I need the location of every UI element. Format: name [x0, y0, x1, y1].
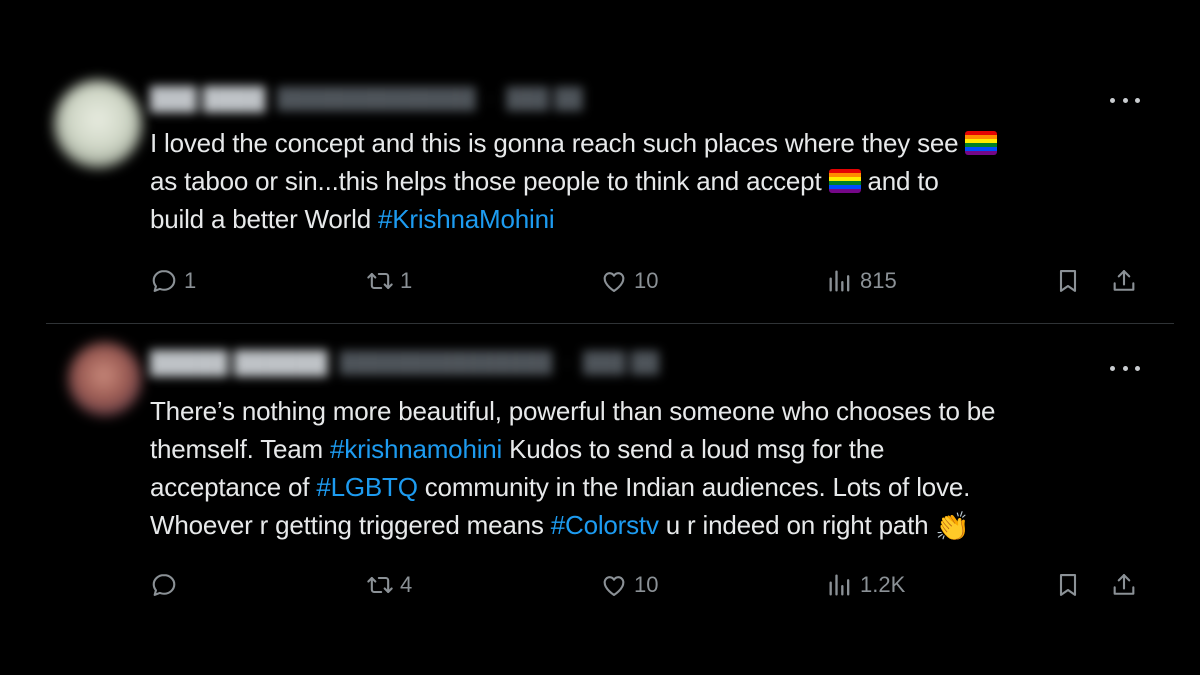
tweet-text: I loved the concept and this is gonna re… [150, 124, 1150, 238]
bookmark-button[interactable] [1054, 568, 1082, 602]
text-span: community in the Indian audiences. Lots … [417, 472, 971, 502]
tweet-text-line: Whoever r getting triggered means #Color… [150, 506, 1150, 544]
tweet-actions: 1 1 10 815 [150, 264, 1150, 298]
tweet-2[interactable]: █████ ██████ ███████████████ · ███ ██ Th… [46, 324, 1174, 624]
text-span: build a better World [150, 204, 378, 234]
clapping-hands-emoji: 👏 [935, 511, 971, 542]
handle-redacted[interactable]: ███████████████ [340, 352, 553, 375]
tweet-1[interactable]: ███ ████ ██████████████ · ███ ██ I loved… [46, 70, 1174, 322]
tweet-header-blurred: █████ ██████ ███████████████ · ███ ██ [150, 348, 659, 378]
hashtag-link[interactable]: #krishnamohini [330, 434, 502, 464]
tweet-text: There’s nothing more beautiful, powerful… [150, 392, 1150, 544]
display-name-redacted[interactable]: ███ ████ [150, 86, 265, 112]
tweet-text-line: build a better World #KrishnaMohini [150, 200, 1150, 238]
share-button[interactable] [1110, 568, 1138, 602]
separator-dot: · [487, 87, 495, 110]
handle-redacted[interactable]: ██████████████ [277, 88, 475, 111]
rainbow-flag-icon [828, 169, 861, 193]
views-icon [829, 574, 850, 596]
view-count: 815 [860, 268, 897, 293]
tweet-replies-screenshot: ███ ████ ██████████████ · ███ ██ I loved… [0, 0, 1200, 675]
hashtag-link[interactable]: #LGBTQ [316, 472, 418, 502]
more-icon[interactable] [1110, 358, 1140, 378]
like-icon [603, 272, 625, 292]
hashtag-link[interactable]: #KrishnaMohini [378, 204, 555, 234]
retweet-icon [367, 576, 393, 594]
tweet-text-line: as taboo or sin...this helps those peopl… [150, 162, 1150, 200]
text-span: themself. Team [150, 434, 331, 464]
share-icon [1113, 574, 1135, 595]
views-button[interactable]: 1.2K [826, 568, 905, 602]
separator-dot: · [564, 351, 571, 374]
share-button[interactable] [1110, 264, 1138, 298]
more-icon[interactable] [1110, 90, 1140, 110]
tweet-text-line: I loved the concept and this is gonna re… [150, 124, 1150, 162]
text-span: Whoever r getting triggered means [150, 510, 551, 540]
reply-button[interactable]: 1 [150, 264, 196, 298]
reply-count: 1 [184, 268, 197, 293]
view-count: 1.2K [860, 572, 906, 597]
text-span: Kudos to send a loud msg for the [502, 434, 885, 464]
retweet-button[interactable]: 1 [366, 264, 412, 298]
bookmark-icon [1059, 270, 1077, 292]
hashtag-link[interactable]: #Colorstv [551, 510, 659, 540]
tweet-header-blurred: ███ ████ ██████████████ · ███ ██ [150, 84, 583, 114]
text-span: acceptance of [150, 472, 317, 502]
like-count: 10 [634, 268, 659, 293]
avatar[interactable] [54, 80, 142, 168]
share-icon [1113, 270, 1135, 291]
bookmark-icon [1059, 574, 1077, 596]
reply-icon [152, 574, 176, 596]
like-icon [603, 576, 625, 596]
like-count: 10 [634, 572, 659, 597]
reply-button[interactable] [150, 568, 184, 602]
tweet-text-line: There’s nothing more beautiful, powerful… [150, 392, 1150, 430]
views-icon [829, 270, 850, 292]
retweet-count: 1 [400, 268, 413, 293]
date-redacted[interactable]: ███ ██ [506, 88, 582, 111]
text-span: u r indeed on right path [658, 510, 936, 540]
like-button[interactable]: 10 [600, 568, 658, 602]
retweet-button[interactable]: 4 [366, 568, 412, 602]
display-name-redacted[interactable]: █████ ██████ [150, 350, 328, 376]
like-button[interactable]: 10 [600, 264, 658, 298]
avatar[interactable] [68, 342, 142, 416]
reply-icon [152, 270, 176, 292]
text-span: and to [860, 166, 939, 196]
text-span: as taboo or sin...this helps those peopl… [150, 166, 829, 196]
date-redacted[interactable]: ███ ██ [583, 352, 659, 375]
retweet-count: 4 [400, 572, 413, 597]
tweet-text-line: themself. Team #krishnamohini Kudos to s… [150, 430, 1150, 468]
rainbow-flag-icon [965, 131, 998, 155]
views-button[interactable]: 815 [826, 264, 897, 298]
tweet-actions: 4 10 1.2K [150, 568, 1150, 602]
bookmark-button[interactable] [1054, 264, 1082, 298]
tweet-text-line: acceptance of #LGBTQ community in the In… [150, 468, 1150, 506]
text-span: There’s nothing more beautiful, powerful… [150, 396, 996, 426]
text-span: I loved the concept and this is gonna re… [150, 128, 966, 158]
retweet-icon [367, 272, 393, 290]
